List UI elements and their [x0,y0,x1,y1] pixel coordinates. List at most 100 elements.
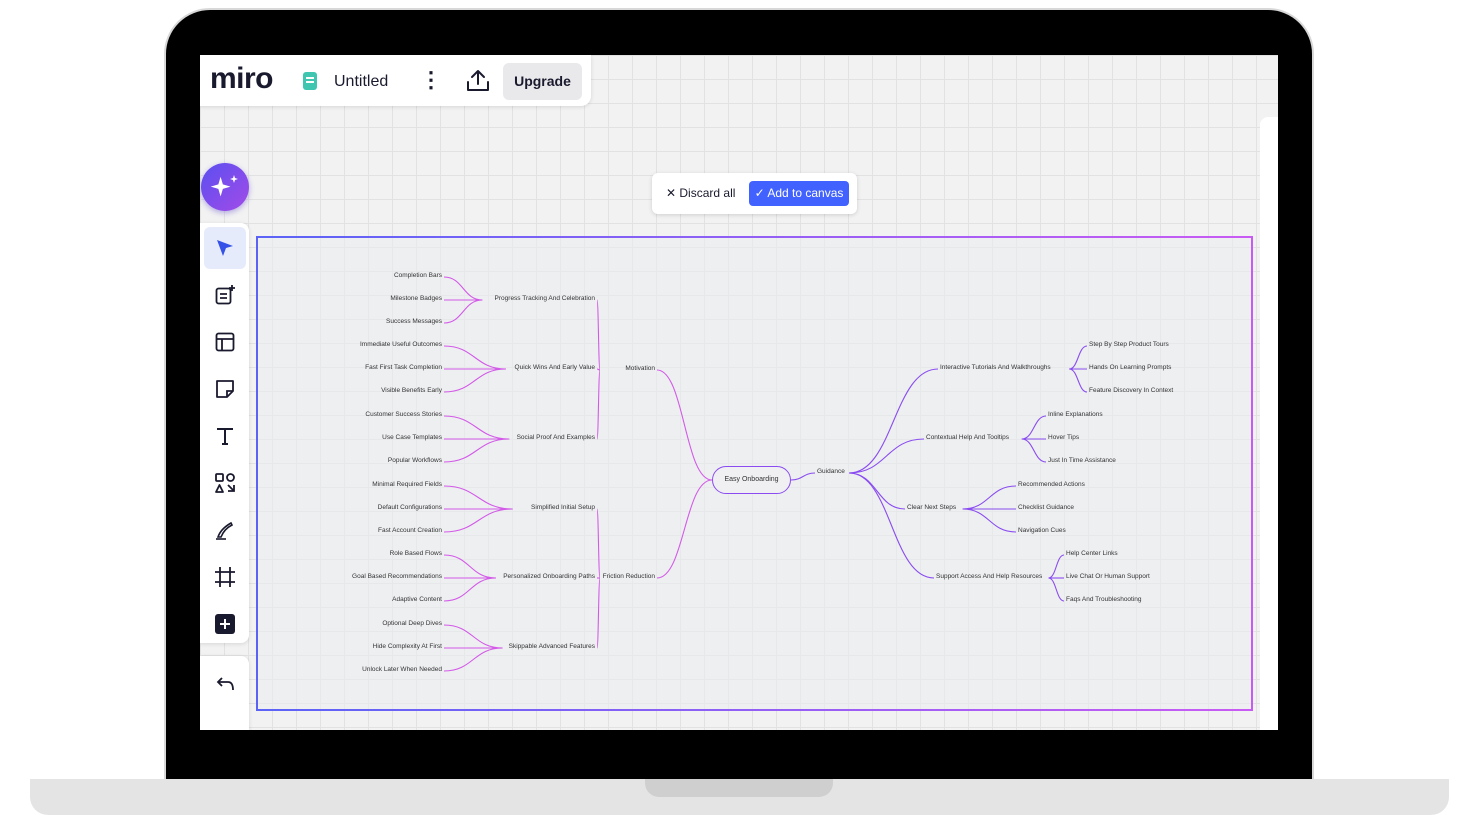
upgrade-button[interactable]: Upgrade [503,63,582,100]
mindmap-leaf-node[interactable]: Fast First Task Completion [365,364,442,371]
subtopic-connector [596,369,601,440]
mindmap-leaf-node[interactable]: Checklist Guidance [1018,504,1074,511]
cursor-arrow-icon [217,240,233,256]
mindmap-leaf-node[interactable]: Visible Benefits Early [381,387,442,394]
top-bar: miro Untitled ⋮ Upgrade [200,55,591,106]
discard-all-button[interactable]: ✕ Discard all [660,181,741,206]
mindmap-leaf-node[interactable]: Use Case Templates [382,434,442,441]
leaf-connector [1069,368,1088,393]
more-options-icon[interactable]: ⋮ [420,67,442,93]
branch-connector [656,479,713,579]
mindmap-leaf-node[interactable]: Help Center Links [1066,550,1118,557]
leaf-connector [443,299,483,324]
mindmap-subtopic-node[interactable]: Support Access And Help Resources [936,573,1042,580]
pen-icon [216,521,234,540]
mindmap-leaf-node[interactable]: Default Configurations [378,504,442,511]
select-tool[interactable] [204,227,246,269]
mindmap-leaf-node[interactable]: Completion Bars [394,272,442,279]
mindmap-leaf-node[interactable]: Immediate Useful Outcomes [360,341,442,348]
mindmap-subtopic-node[interactable]: Social Proof And Examples [517,434,595,441]
mindmap-branch-node[interactable]: Friction Reduction [603,573,655,580]
leaf-connector [962,508,1017,533]
mindmap-leaf-node[interactable]: Goal Based Recommendations [352,573,442,580]
pen-tool[interactable] [204,509,246,551]
mindmap-leaf-node[interactable]: Adaptive Content [392,596,442,603]
mindmap-leaf-node[interactable]: Recommended Actions [1018,481,1085,488]
mindmap-root-node[interactable]: Easy Onboarding [712,466,791,494]
subtopic-connector [848,368,939,474]
mindmap-leaf-node[interactable]: Feature Discovery In Context [1089,387,1173,394]
mindmap-leaf-node[interactable]: Unlock Later When Needed [362,666,442,673]
mindmap-subtopic-node[interactable]: Personalized Onboarding Paths [503,573,595,580]
branch-connector [656,369,713,481]
mindmap-subtopic-node[interactable]: Contextual Help And Tooltips [926,434,1009,441]
leaf-connector [443,624,503,649]
mindmap-leaf-node[interactable]: Hide Complexity At First [373,643,442,650]
mindmap-leaf-node[interactable]: Live Chat Or Human Support [1066,573,1150,580]
leaf-connector [443,438,510,463]
mindmap-leaf-node[interactable]: Just In Time Assistance [1048,457,1116,464]
mindmap-leaf-node[interactable]: Hover Tips [1048,434,1079,441]
leaf-connector [1069,345,1088,370]
templates-icon [215,285,235,305]
mindmap-leaf-node[interactable]: Step By Step Product Tours [1089,341,1169,348]
mindmap-subtopic-node[interactable]: Quick Wins And Early Value [515,364,595,371]
subtopic-connector [596,299,601,371]
mindmap-branch-node[interactable]: Motivation [625,365,655,372]
plus-square-icon [215,614,235,634]
leaf-connector [443,577,496,602]
ai-sparkle-button[interactable] [201,163,249,211]
mindmap-leaf-node[interactable]: Popular Workflows [388,457,442,464]
leaf-connector [1021,415,1047,440]
mindmap-leaf-node[interactable]: Milestone Badges [390,295,442,302]
sticky-note-tool[interactable] [204,368,246,410]
miro-board-canvas[interactable]: Easy Onboarding Motivation Progress Tracki… [200,55,1278,730]
mindmap-subtopic-node[interactable]: Simplified Initial Setup [531,504,595,511]
share-upload-icon[interactable] [464,68,492,94]
miro-logo: miro [210,62,274,95]
mindmap-leaf-node[interactable]: Navigation Cues [1018,527,1066,534]
text-tool[interactable] [204,415,246,457]
leaf-connector [443,368,506,393]
mindmap-leaf-node[interactable]: Fast Account Creation [378,527,442,534]
subtopic-connector [848,472,906,510]
left-toolbar [200,223,249,643]
mindmap-subtopic-node[interactable]: Clear Next Steps [907,504,956,511]
board-icon [303,72,317,90]
mindmap-leaf-node[interactable]: Minimal Required Fields [372,481,442,488]
leaf-connector [443,415,510,440]
mindmap-subtopic-node[interactable]: Progress Tracking And Celebration [495,295,595,302]
mindmap-leaf-node[interactable]: Optional Deep Dives [382,620,442,627]
mindmap-leaf-node[interactable]: Role Based Flows [390,550,442,557]
leaf-connector [443,554,496,579]
layout-tool[interactable] [204,321,246,363]
mindmap-leaf-node[interactable]: Customer Success Stories [365,411,442,418]
leaf-connector [443,345,506,370]
laptop-notch [645,779,833,797]
mindmap-subtopic-node[interactable]: Skippable Advanced Features [509,643,595,650]
leaf-connector [443,508,513,533]
leaf-connector [443,485,513,510]
ai-action-bar: ✕ Discard all ✓ Add to canvas [652,173,857,214]
mindmap-branch-node[interactable]: Guidance [817,468,845,475]
templates-tool[interactable] [204,274,246,316]
mindmap-leaf-node[interactable]: Hands On Learning Prompts [1089,364,1171,371]
right-side-panel [1260,117,1278,730]
subtopic-connector [596,577,601,649]
subtopic-connector [596,508,601,579]
add-to-canvas-button[interactable]: ✓ Add to canvas [749,181,849,206]
add-tool[interactable] [204,603,246,645]
layout-icon [215,332,235,352]
mindmap-leaf-node[interactable]: Faqs And Troubleshooting [1066,596,1142,603]
frame-tool[interactable] [204,556,246,598]
shapes-icon [215,473,235,493]
leaf-connector [1048,577,1065,602]
shapes-tool[interactable] [204,462,246,504]
subtopic-connector [848,472,935,579]
mindmap-subtopic-node[interactable]: Interactive Tutorials And Walkthroughs [940,364,1051,371]
leaf-connector [443,276,483,301]
board-title[interactable]: Untitled [334,73,388,91]
mindmap-leaf-node[interactable]: Success Messages [386,318,442,325]
mindmap-leaf-node[interactable]: Inline Explanations [1048,411,1103,418]
undo-button[interactable] [204,664,246,706]
